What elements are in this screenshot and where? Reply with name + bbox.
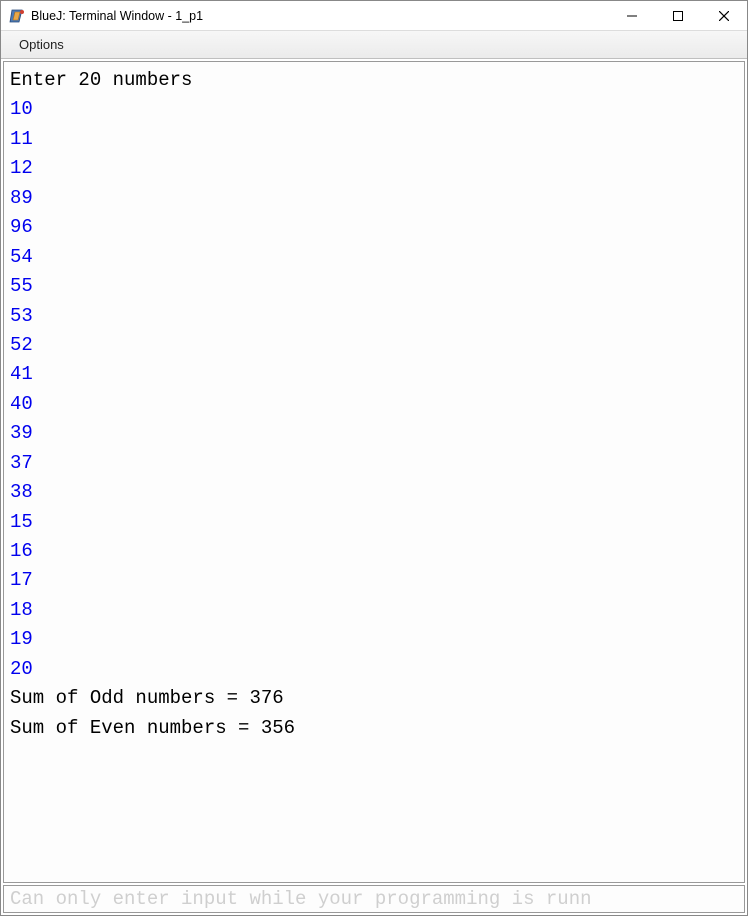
close-button[interactable] bbox=[701, 1, 747, 30]
terminal-input-line: 18 bbox=[10, 596, 738, 625]
bluej-icon bbox=[9, 8, 25, 24]
titlebar: BlueJ: Terminal Window - 1_p1 bbox=[1, 1, 747, 31]
terminal-input-line: 53 bbox=[10, 302, 738, 331]
window-controls bbox=[609, 1, 747, 30]
terminal-input-line: 15 bbox=[10, 508, 738, 537]
statusbar-message: Can only enter input while your programm… bbox=[10, 888, 592, 910]
terminal-input-line: 96 bbox=[10, 213, 738, 242]
statusbar: Can only enter input while your programm… bbox=[3, 885, 745, 913]
terminal-result-even: Sum of Even numbers = 356 bbox=[10, 714, 738, 743]
terminal-input-line: 38 bbox=[10, 478, 738, 507]
terminal-input-line: 55 bbox=[10, 272, 738, 301]
terminal-prompt: Enter 20 numbers bbox=[10, 66, 738, 95]
terminal-input-line: 19 bbox=[10, 625, 738, 654]
window-title: BlueJ: Terminal Window - 1_p1 bbox=[31, 9, 609, 23]
terminal-input-line: 40 bbox=[10, 390, 738, 419]
terminal-input-line: 54 bbox=[10, 243, 738, 272]
terminal-input-line: 12 bbox=[10, 154, 738, 183]
minimize-button[interactable] bbox=[609, 1, 655, 30]
terminal-input-line: 52 bbox=[10, 331, 738, 360]
terminal-input-line: 10 bbox=[10, 95, 738, 124]
menu-options[interactable]: Options bbox=[9, 34, 74, 55]
terminal-input-line: 20 bbox=[10, 655, 738, 684]
terminal-input-line: 41 bbox=[10, 360, 738, 389]
terminal-output[interactable]: Enter 20 numbers101112899654555352414039… bbox=[3, 61, 745, 883]
terminal-input-line: 39 bbox=[10, 419, 738, 448]
terminal-input-line: 37 bbox=[10, 449, 738, 478]
terminal-input-line: 11 bbox=[10, 125, 738, 154]
maximize-button[interactable] bbox=[655, 1, 701, 30]
terminal-input-line: 89 bbox=[10, 184, 738, 213]
terminal-input-line: 17 bbox=[10, 566, 738, 595]
menubar: Options bbox=[1, 31, 747, 59]
terminal-input-line: 16 bbox=[10, 537, 738, 566]
terminal-result-odd: Sum of Odd numbers = 376 bbox=[10, 684, 738, 713]
